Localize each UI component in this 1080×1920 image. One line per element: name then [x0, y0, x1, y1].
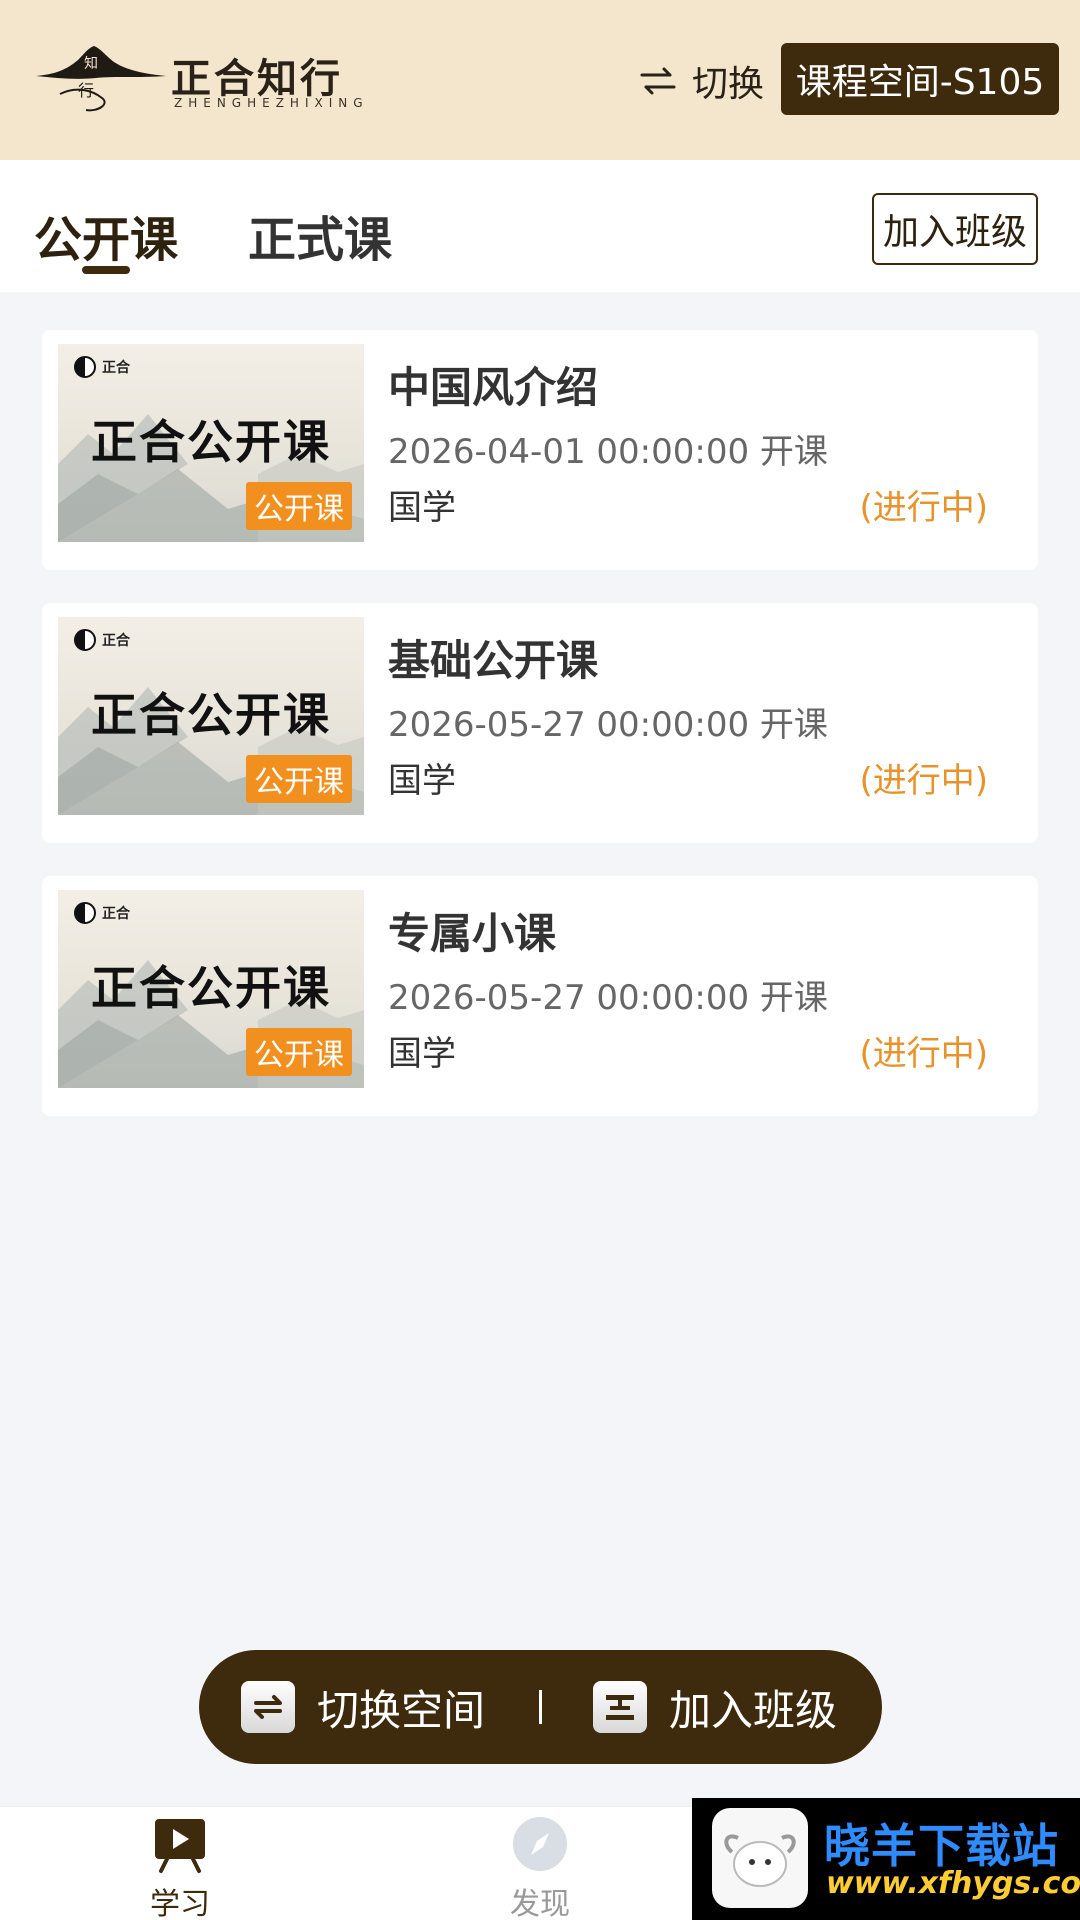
active-tab-indicator	[82, 266, 130, 274]
course-start-time: 2026-05-27 00:00:00 开课	[388, 705, 828, 745]
yin-yang-icon	[74, 629, 96, 651]
logo-seal-top: 知	[84, 55, 98, 72]
course-card[interactable]: 正合 正合公开课 公开课 专属小课 2026-05-27 00:00:00 开课…	[42, 876, 1038, 1116]
nav-discover-label: 发现	[510, 1887, 570, 1920]
nav-study-label: 学习	[150, 1887, 210, 1920]
app-header: 知 行 正合知行 ZHENGHEZHIXING 切换 课程空间-S105	[0, 0, 1080, 160]
switch-space-button[interactable]: 切换空间	[241, 1650, 485, 1764]
logo-seal-bottom: 行	[78, 81, 94, 100]
thumb-tag: 公开课	[246, 1028, 352, 1076]
thumb-title: 正合公开课	[91, 688, 331, 742]
nav-item-discover[interactable]: 发现	[470, 1815, 610, 1920]
yin-yang-icon	[74, 356, 96, 378]
sheep-logo-icon	[712, 1808, 808, 1908]
switch-space-link[interactable]: 切换	[640, 56, 764, 106]
course-list: 正合 正合公开课 公开课 中国风介绍 2026-04-01 00:00:00 开…	[42, 330, 1038, 1149]
thumb-tag: 公开课	[246, 482, 352, 530]
course-thumbnail: 正合 正合公开课 公开课	[58, 890, 364, 1088]
switch-space-label: 切换空间	[317, 1685, 486, 1735]
join-class-pill-label: 加入班级	[669, 1685, 838, 1735]
study-board-icon	[151, 1815, 209, 1873]
current-space-badge[interactable]: 课程空间-S105	[781, 43, 1059, 115]
tab-open-course[interactable]: 公开课	[34, 200, 178, 270]
floating-action-bar: 切换空间 加入班级	[199, 1650, 882, 1764]
thumb-brand: 正合	[74, 902, 130, 924]
thumb-title: 正合公开课	[91, 415, 331, 469]
join-class-pill-button[interactable]: 加入班级	[593, 1650, 837, 1764]
course-category: 国学	[388, 488, 456, 528]
pill-divider	[539, 1690, 542, 1724]
course-thumbnail: 正合 正合公开课 公开课	[58, 617, 364, 815]
join-class-button[interactable]: 加入班级	[872, 193, 1038, 265]
course-start-time: 2026-05-27 00:00:00 开课	[388, 978, 828, 1018]
tab-formal-course[interactable]: 正式课	[248, 200, 392, 270]
watermark-url: www.xfhygs.com	[826, 1866, 1080, 1901]
course-thumbnail: 正合 正合公开课 公开课	[58, 344, 364, 542]
course-name: 专属小课	[388, 909, 557, 958]
course-status: (进行中)	[859, 488, 988, 528]
switch-label: 切换	[692, 64, 765, 105]
compass-icon	[511, 1815, 569, 1873]
course-category: 国学	[388, 761, 456, 801]
course-status: (进行中)	[859, 761, 988, 801]
course-status: (进行中)	[859, 1034, 988, 1074]
nav-item-study[interactable]: 学习	[110, 1815, 250, 1920]
mountain-logo-icon: 知 行	[36, 46, 166, 112]
thumb-tag: 公开课	[246, 755, 352, 803]
switch-space-icon	[241, 1681, 295, 1733]
course-tabs: 公开课 正式课 加入班级	[0, 160, 1080, 292]
yin-yang-icon	[74, 902, 96, 924]
swap-arrows-icon	[640, 67, 676, 95]
course-name: 基础公开课	[388, 636, 599, 685]
course-card[interactable]: 正合 正合公开课 公开课 中国风介绍 2026-04-01 00:00:00 开…	[42, 330, 1038, 570]
site-watermark: 晓羊下载站 www.xfhygs.com	[692, 1798, 1080, 1920]
thumb-brand: 正合	[74, 356, 130, 378]
course-start-time: 2026-04-01 00:00:00 开课	[388, 432, 828, 472]
thumb-title: 正合公开课	[91, 961, 331, 1015]
course-name: 中国风介绍	[388, 363, 599, 412]
course-card[interactable]: 正合 正合公开课 公开课 基础公开课 2026-05-27 00:00:00 开…	[42, 603, 1038, 843]
course-category: 国学	[388, 1034, 456, 1074]
class-board-icon	[593, 1681, 647, 1733]
thumb-brand: 正合	[74, 629, 130, 651]
logo-subtitle: ZHENGHEZHIXING	[174, 96, 369, 110]
brand-logo: 知 行 正合知行 ZHENGHEZHIXING	[36, 40, 366, 120]
